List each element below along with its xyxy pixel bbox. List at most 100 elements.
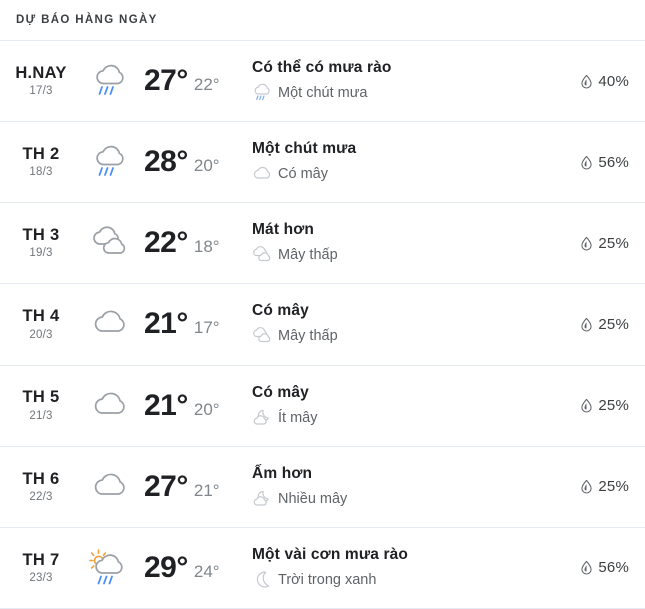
day-name: TH 6 — [22, 469, 60, 488]
precipitation-block: 25% — [537, 478, 629, 495]
precipitation-value: 40% — [598, 72, 629, 90]
temperature-block: 29° 24° — [140, 550, 240, 584]
day-date: 23/3 — [29, 572, 53, 585]
temp-low: 18° — [193, 237, 220, 257]
condition-text: Một chút mưa — [252, 140, 357, 158]
moon-cloud-small-icon — [252, 489, 274, 509]
condition-block: Có mây Mây thấp — [240, 302, 537, 346]
day-date: 20/3 — [29, 328, 53, 341]
water-drop-icon — [580, 317, 593, 332]
moon-cloud-small-icon — [252, 408, 274, 428]
forecast-row-list: H.NAY 17/3 27° 22° Có thể có mưa rào Một ch… — [0, 40, 645, 609]
day-date: 17/3 — [29, 85, 53, 98]
temp-high: 29° — [144, 550, 188, 584]
precipitation-block: 56% — [537, 559, 629, 576]
temperature-block: 27° 21° — [140, 469, 240, 503]
daily-forecast-panel: DỰ BÁO HÀNG NGÀY H.NAY 17/3 27° 22° Có thể … — [0, 0, 645, 609]
sub-condition-line: Ít mây — [252, 408, 537, 428]
condition-text: Mát hơn — [252, 221, 315, 239]
sub-condition-line: Nhiều mây — [252, 489, 537, 509]
water-drop-icon — [580, 398, 593, 413]
temperature-block: 21° 17° — [140, 309, 240, 339]
day-date: 18/3 — [29, 166, 53, 179]
condition-block: Có thể có mưa rào Một chút mưa — [240, 59, 537, 103]
sub-condition-text: Mây thấp — [278, 328, 338, 345]
day-name: TH 2 — [22, 145, 60, 164]
precipitation-value: 56% — [598, 559, 629, 577]
water-drop-icon — [580, 236, 593, 251]
double-cloud-small-icon — [252, 245, 274, 265]
cloud-small-icon — [252, 164, 274, 184]
condition-text: Một vài cơn mưa rào — [252, 545, 409, 563]
day-name: H.NAY — [15, 63, 67, 82]
forecast-row[interactable]: TH 3 19/3 22° 18° Mát hơn Mây thấp 25% — [0, 202, 645, 283]
sub-condition-line: Có mây — [252, 164, 537, 184]
condition-block: Một vài cơn mưa rào Trời trong xanh — [240, 546, 537, 590]
temp-low: 24° — [193, 561, 220, 581]
precipitation-block: 25% — [537, 235, 629, 252]
day-block: TH 7 23/3 — [0, 550, 82, 585]
day-name: TH 3 — [22, 226, 60, 245]
day-block: TH 6 22/3 — [0, 469, 82, 503]
rain-cloud-icon — [82, 62, 140, 100]
rain-cloud-icon — [82, 143, 140, 181]
precipitation-value: 25% — [598, 315, 629, 333]
condition-block: Có mây Ít mây — [240, 384, 537, 428]
day-name: TH 7 — [22, 550, 60, 569]
temperature-block: 28° 20° — [140, 147, 240, 177]
day-block: TH 4 20/3 — [0, 307, 82, 341]
precipitation-value: 56% — [598, 153, 629, 171]
precipitation-value: 25% — [598, 234, 629, 252]
forecast-row[interactable]: TH 7 23/3 29° 24° Một vài cơn mưa rào Trời … — [0, 526, 645, 609]
cloud-icon — [82, 468, 140, 506]
sub-condition-text: Ít mây — [278, 409, 318, 426]
condition-block: Mát hơn Mây thấp — [240, 221, 537, 265]
condition-text: Có mây — [252, 383, 309, 401]
day-name: TH 4 — [22, 307, 60, 326]
forecast-row[interactable]: TH 4 20/3 21° 17° Có mây Mây thấp 25% — [0, 283, 645, 364]
temp-high: 27° — [144, 469, 188, 503]
day-date: 22/3 — [29, 490, 53, 503]
temp-high: 21° — [144, 307, 188, 341]
forecast-row[interactable]: H.NAY 17/3 27° 22° Có thể có mưa rào Một ch… — [0, 40, 645, 121]
sub-condition-line: Mây thấp — [252, 326, 537, 346]
condition-block: Ấm hơn Nhiều mây — [240, 465, 537, 509]
day-block: TH 5 21/3 — [0, 388, 82, 422]
temperature-block: 27° 22° — [140, 66, 240, 96]
temp-high: 21° — [144, 388, 188, 422]
page-title: DỰ BÁO HÀNG NGÀY — [16, 14, 158, 26]
forecast-row[interactable]: TH 5 21/3 21° 20° Có mây Ít mây 25% — [0, 364, 645, 446]
water-drop-icon — [580, 155, 593, 170]
sub-condition-line: Một chút mưa — [252, 83, 537, 103]
sub-condition-text: Một chút mưa — [278, 85, 368, 102]
moon-icon — [252, 570, 274, 590]
sub-condition-line: Mây thấp — [252, 245, 537, 265]
precipitation-block: 56% — [537, 154, 629, 171]
sun-rain-cloud-icon — [82, 548, 140, 588]
forecast-row[interactable]: TH 6 22/3 27° 21° Ấm hơn Nhiều mây 25% — [0, 445, 645, 527]
condition-block: Một chút mưa Có mây — [240, 140, 537, 184]
water-drop-icon — [580, 74, 593, 89]
day-date: 19/3 — [29, 247, 53, 260]
water-drop-icon — [580, 479, 593, 494]
precipitation-value: 25% — [598, 397, 629, 415]
cloud-icon — [82, 305, 140, 343]
temp-high: 28° — [144, 145, 188, 179]
sub-condition-text: Nhiều mây — [278, 490, 348, 507]
forecast-row[interactable]: TH 2 18/3 28° 20° Một chút mưa Có mây 56% — [0, 121, 645, 202]
temp-high: 22° — [144, 226, 188, 260]
precipitation-block: 40% — [537, 73, 629, 90]
precipitation-block: 25% — [537, 397, 629, 414]
sub-condition-text: Mây thấp — [278, 247, 338, 264]
temp-low: 22° — [193, 75, 220, 95]
day-block: H.NAY 17/3 — [0, 63, 82, 98]
precipitation-block: 25% — [537, 316, 629, 333]
sub-condition-text: Trời trong xanh — [278, 571, 377, 588]
temperature-block: 21° 20° — [140, 388, 240, 422]
temp-low: 21° — [193, 480, 220, 500]
day-block: TH 2 18/3 — [0, 145, 82, 179]
rain-cloud-small-icon — [252, 83, 274, 103]
day-name: TH 5 — [22, 388, 60, 407]
temp-low: 20° — [193, 399, 220, 419]
temp-high: 27° — [144, 64, 188, 98]
